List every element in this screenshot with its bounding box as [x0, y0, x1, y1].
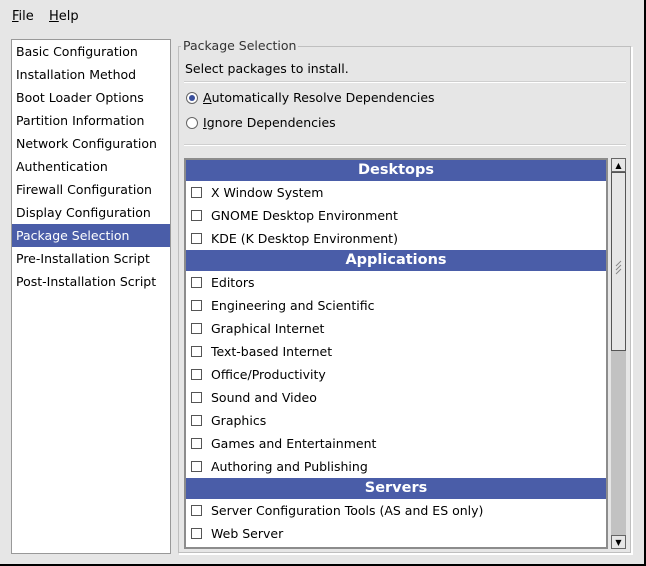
- sidebar-item-installation-method[interactable]: Installation Method: [12, 63, 170, 86]
- sidebar-item-pre-installation-script[interactable]: Pre-Installation Script: [12, 247, 170, 270]
- package-label: GNOME Desktop Environment: [211, 208, 398, 223]
- menu-file-label: ile: [18, 9, 34, 24]
- arrow-up-icon: ▲: [615, 160, 622, 170]
- sidebar-nav: Basic Configuration Installation Method …: [11, 39, 171, 554]
- package-label: Text-based Internet: [211, 344, 333, 359]
- menu-help-label: elp: [58, 9, 79, 24]
- package-row[interactable]: Text-based Internet: [186, 340, 606, 363]
- checkbox-icon[interactable]: [191, 233, 202, 244]
- sidebar-item-network-configuration[interactable]: Network Configuration: [12, 132, 170, 155]
- checkbox-icon[interactable]: [191, 323, 202, 334]
- sidebar-item-firewall-configuration[interactable]: Firewall Configuration: [12, 178, 170, 201]
- checkbox-icon[interactable]: [191, 461, 202, 472]
- package-label: Server Configuration Tools (AS and ES on…: [211, 503, 484, 518]
- package-row[interactable]: Games and Entertainment: [186, 432, 606, 455]
- frame-title: Package Selection: [181, 38, 299, 53]
- package-row[interactable]: X Window System: [186, 181, 606, 204]
- radio-selected-icon[interactable]: [186, 91, 198, 104]
- radio-auto-resolve-label: Automatically Resolve Dependencies: [203, 90, 435, 105]
- separator: [184, 81, 626, 83]
- package-row[interactable]: Office/Productivity: [186, 363, 606, 386]
- radio-ignore-label: Ignore Dependencies: [203, 115, 336, 130]
- package-label: Office/Productivity: [211, 367, 326, 382]
- checkbox-icon[interactable]: [191, 505, 202, 516]
- package-label: Graphical Internet: [211, 321, 325, 336]
- package-label: X Window System: [211, 185, 324, 200]
- checkbox-icon[interactable]: [191, 300, 202, 311]
- mnemonic-a: A: [203, 90, 212, 105]
- sidebar-item-post-installation-script[interactable]: Post-Installation Script: [12, 270, 170, 293]
- scrollbar-thumb[interactable]: [611, 172, 626, 351]
- scroll-up-button[interactable]: ▲: [611, 158, 626, 172]
- package-label: Games and Entertainment: [211, 436, 377, 451]
- package-label: Web Server: [211, 526, 284, 541]
- sidebar-item-basic-configuration[interactable]: Basic Configuration: [12, 40, 170, 63]
- intro-text: Select packages to install.: [185, 61, 349, 76]
- group-header-servers: Servers: [186, 478, 606, 499]
- sidebar-item-package-selection[interactable]: Package Selection: [12, 224, 170, 247]
- radio-auto-resolve-dependencies[interactable]: Automatically Resolve Dependencies: [186, 90, 435, 105]
- package-row[interactable]: KDE (K Desktop Environment): [186, 227, 606, 250]
- package-label: Sound and Video: [211, 390, 317, 405]
- package-list[interactable]: Desktops X Window System GNOME Desktop E…: [184, 158, 608, 549]
- checkbox-icon[interactable]: [191, 369, 202, 380]
- package-label: KDE (K Desktop Environment): [211, 231, 398, 246]
- sidebar-item-authentication[interactable]: Authentication: [12, 155, 170, 178]
- separator: [184, 144, 626, 146]
- group-header-applications: Applications: [186, 250, 606, 271]
- package-label: Engineering and Scientific: [211, 298, 375, 313]
- radio-ignore-dependencies[interactable]: Ignore Dependencies: [186, 115, 336, 130]
- radio-unselected-icon[interactable]: [186, 116, 198, 129]
- package-row[interactable]: Server Configuration Tools (AS and ES on…: [186, 499, 606, 522]
- package-label: Editors: [211, 275, 255, 290]
- checkbox-icon[interactable]: [191, 392, 202, 403]
- checkbox-icon[interactable]: [191, 438, 202, 449]
- package-list-scrollbar[interactable]: ▲ ▼: [611, 158, 626, 549]
- package-row[interactable]: Web Server: [186, 522, 606, 545]
- menu-help-mnemonic: H: [49, 9, 59, 24]
- package-row[interactable]: Sound and Video: [186, 386, 606, 409]
- sidebar-item-partition-information[interactable]: Partition Information: [12, 109, 170, 132]
- checkbox-icon[interactable]: [191, 528, 202, 539]
- package-row[interactable]: GNOME Desktop Environment: [186, 204, 606, 227]
- package-row[interactable]: Graphics: [186, 409, 606, 432]
- grip-icon: [615, 260, 622, 275]
- checkbox-icon[interactable]: [191, 346, 202, 357]
- kickstart-window: File Help Basic Configuration Installati…: [0, 0, 646, 566]
- arrow-down-icon: ▼: [615, 537, 622, 547]
- menubar: File Help: [0, 0, 644, 34]
- checkbox-icon[interactable]: [191, 187, 202, 198]
- radio-ignore-text: gnore Dependencies: [206, 115, 336, 130]
- package-label: Graphics: [211, 413, 267, 428]
- checkbox-icon[interactable]: [191, 210, 202, 221]
- package-row[interactable]: Engineering and Scientific: [186, 294, 606, 317]
- package-row[interactable]: Graphical Internet: [186, 317, 606, 340]
- menu-file[interactable]: File: [12, 9, 34, 24]
- checkbox-icon[interactable]: [191, 277, 202, 288]
- package-row[interactable]: Authoring and Publishing: [186, 455, 606, 478]
- group-header-desktops: Desktops: [186, 160, 606, 181]
- checkbox-icon[interactable]: [191, 415, 202, 426]
- sidebar-item-display-configuration[interactable]: Display Configuration: [12, 201, 170, 224]
- menu-help[interactable]: Help: [49, 9, 79, 24]
- package-label: Authoring and Publishing: [211, 459, 368, 474]
- scroll-down-button[interactable]: ▼: [611, 535, 626, 549]
- radio-auto-resolve-text: utomatically Resolve Dependencies: [211, 90, 435, 105]
- package-row[interactable]: Editors: [186, 271, 606, 294]
- sidebar-item-boot-loader-options[interactable]: Boot Loader Options: [12, 86, 170, 109]
